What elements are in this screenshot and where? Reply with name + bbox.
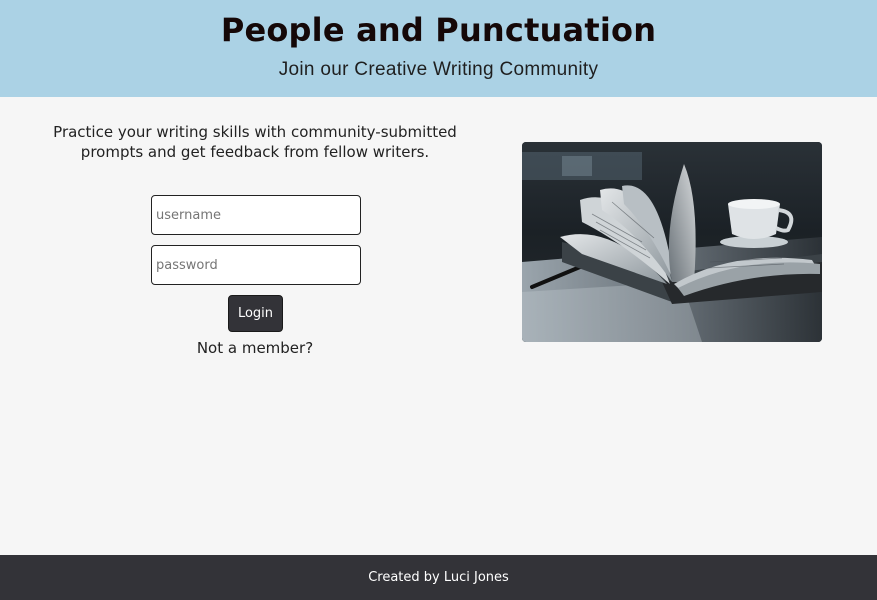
site-subtitle: Join our Creative Writing Community [278,59,599,80]
login-button[interactable]: Login [228,295,283,332]
site-title: People and Punctuation [220,11,657,49]
page: People and Punctuation Join our Creative… [0,0,877,600]
open-book-photo [522,142,822,342]
password-input[interactable] [151,245,361,285]
signup-link[interactable]: Not a member? [155,338,355,358]
username-input[interactable] [151,195,361,235]
site-footer: Created by Luci Jones [0,555,877,600]
intro-text: Practice your writing skills with commun… [53,123,457,161]
site-header: People and Punctuation Join our Creative… [0,0,877,97]
footer-credit: Created by Luci Jones [368,570,509,585]
